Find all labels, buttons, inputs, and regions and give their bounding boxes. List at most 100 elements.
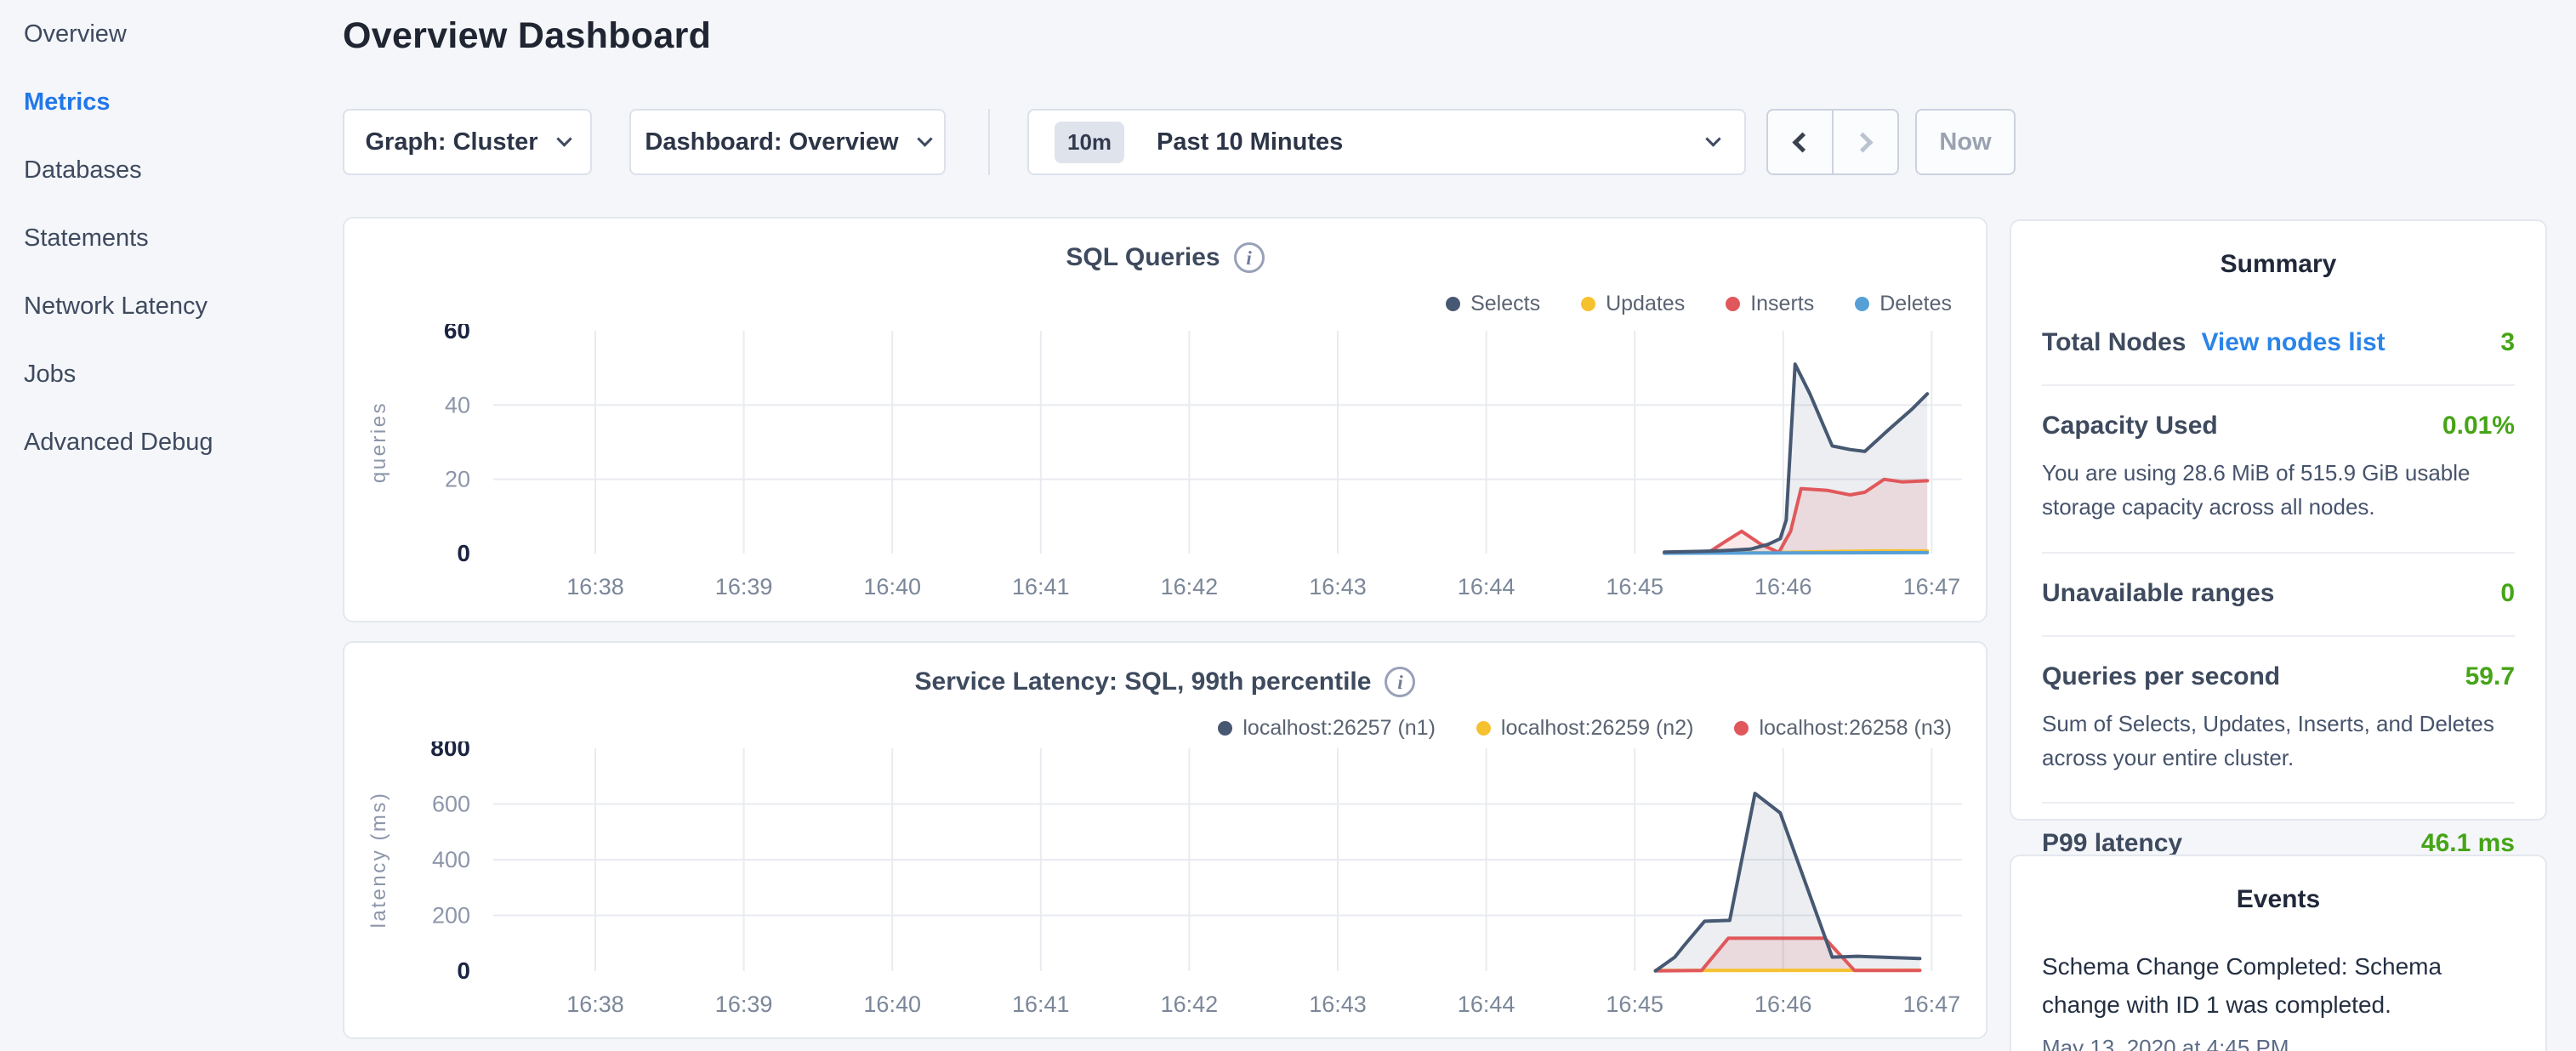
svg-text:16:41: 16:41 [1012, 574, 1070, 599]
summary-row-desc: Sum of Selects, Updates, Inserts, and De… [2042, 707, 2515, 775]
svg-text:0: 0 [457, 540, 470, 566]
legend-item[interactable]: localhost:26258 (n3) [1734, 716, 1952, 741]
time-range-badge: 10m [1055, 122, 1124, 163]
summary-row-value: 59.7 [2465, 662, 2515, 691]
svg-text:60: 60 [444, 324, 470, 344]
svg-text:400: 400 [432, 847, 470, 872]
svg-text:16:39: 16:39 [715, 991, 773, 1017]
events-title: Events [2011, 885, 2545, 914]
svg-text:600: 600 [432, 792, 470, 817]
svg-text:16:45: 16:45 [1606, 574, 1663, 599]
svg-text:16:38: 16:38 [566, 574, 624, 599]
controls-bar: Graph: Cluster Dashboard: Overview 10m P… [343, 109, 2027, 175]
summary-row-value: 3 [2500, 328, 2515, 357]
chevron-down-icon [917, 131, 932, 146]
sidebar-item-network-latency[interactable]: Network Latency [0, 272, 340, 340]
sidebar-item-overview[interactable]: Overview [0, 0, 340, 68]
svg-text:16:41: 16:41 [1012, 991, 1070, 1017]
sidebar-item-advanced-debug[interactable]: Advanced Debug [0, 408, 340, 476]
time-range-dropdown[interactable]: 10m Past 10 Minutes [1027, 109, 1746, 175]
legend-item[interactable]: localhost:26257 (n1) [1218, 716, 1436, 741]
chart-header: Service Latency: SQL, 99th percentile i [344, 667, 1986, 697]
page-title: Overview Dashboard [343, 15, 711, 57]
svg-text:16:42: 16:42 [1161, 991, 1219, 1017]
sql-queries-chart: 16:3816:3916:4016:4116:4216:4316:4416:45… [360, 324, 1976, 613]
legend-dot-icon [1218, 721, 1232, 736]
sidebar-item-databases[interactable]: Databases [0, 136, 340, 204]
svg-text:16:45: 16:45 [1606, 991, 1663, 1017]
dashboard-dropdown[interactable]: Dashboard: Overview [629, 109, 946, 175]
now-button[interactable]: Now [1915, 109, 2016, 175]
legend-item[interactable]: Updates [1581, 292, 1685, 316]
legend-item[interactable]: Deletes [1855, 292, 1952, 316]
chevron-right-icon [1852, 132, 1873, 152]
legend-label: Selects [1470, 292, 1540, 316]
legend-dot-icon [1446, 297, 1460, 311]
sql-queries-chart-panel: SQL Queries i Selects Updates Inserts Delete… [343, 217, 1987, 622]
sidebar-item-jobs[interactable]: Jobs [0, 340, 340, 408]
svg-text:16:46: 16:46 [1754, 574, 1812, 599]
summary-row-label: Capacity Used [2042, 412, 2218, 440]
info-icon[interactable]: i [1234, 242, 1265, 273]
legend-label: localhost:26258 (n3) [1759, 716, 1952, 741]
time-prev-button[interactable] [1768, 111, 1832, 173]
view-nodes-link[interactable]: View nodes list [2201, 328, 2385, 357]
svg-text:16:46: 16:46 [1754, 991, 1812, 1017]
legend-dot-icon [1476, 721, 1491, 736]
event-item[interactable]: Schema Change Completed: Schema change w… [2011, 914, 2545, 1051]
sidebar: OverviewMetricsDatabasesStatementsNetwor… [0, 0, 340, 1051]
sidebar-item-statements[interactable]: Statements [0, 204, 340, 272]
chevron-down-icon [556, 131, 571, 146]
summary-row: Unavailable ranges0 [2042, 552, 2515, 635]
service-latency-chart: 16:38 16:39 16:40 16:41 16:42 16:43 16:44 16:45… [360, 741, 1976, 1031]
legend-item[interactable]: localhost:26259 (n2) [1476, 716, 1694, 741]
time-step-group [1766, 109, 1899, 175]
summary-row-label: Total Nodes [2042, 328, 2186, 357]
divider [988, 109, 990, 175]
service-latency-chart-panel: Service Latency: SQL, 99th percentile i l… [343, 641, 1987, 1039]
event-timestamp: May 13, 2020 at 4:45 PM [2042, 1035, 2515, 1051]
svg-text:0: 0 [457, 957, 470, 984]
legend-label: Deletes [1879, 292, 1952, 316]
legend-item[interactable]: Selects [1446, 292, 1540, 316]
app-root: OverviewMetricsDatabasesStatementsNetwor… [0, 0, 2576, 1051]
dashboard-dropdown-label: Dashboard: Overview [645, 128, 898, 156]
summary-row-desc: You are using 28.6 MiB of 515.9 GiB usab… [2042, 456, 2515, 525]
summary-rows: Total Nodes View nodes list 3 Capacity Used… [2011, 279, 2545, 885]
svg-text:16:40: 16:40 [863, 991, 921, 1017]
svg-text:16:44: 16:44 [1458, 991, 1515, 1017]
chevron-left-icon [1792, 132, 1812, 152]
svg-text:16:43: 16:43 [1309, 991, 1367, 1017]
info-icon[interactable]: i [1385, 667, 1415, 697]
summary-title: Summary [2011, 250, 2545, 279]
chevron-down-icon [1705, 131, 1720, 146]
events-panel: Events Schema Change Completed: Schema c… [2010, 855, 2547, 1051]
legend-dot-icon [1726, 297, 1740, 311]
summary-row: Capacity Used 0.01% You are using 28.6 MiB… [2042, 384, 2515, 552]
chart-title: Service Latency: SQL, 99th percentile [915, 668, 1372, 696]
legend-label: Updates [1606, 292, 1685, 316]
legend-item[interactable]: Inserts [1726, 292, 1814, 316]
svg-text:800: 800 [430, 741, 470, 761]
sidebar-item-metrics[interactable]: Metrics [0, 68, 340, 136]
svg-text:latency (ms): latency (ms) [367, 792, 390, 929]
legend-dot-icon [1855, 297, 1869, 311]
svg-text:16:38: 16:38 [566, 991, 624, 1017]
chart-legend: localhost:26257 (n1) localhost:26259 (n2)… [1218, 716, 1952, 741]
chart-header: SQL Queries i [344, 242, 1986, 273]
legend-label: localhost:26257 (n1) [1243, 716, 1436, 741]
svg-text:200: 200 [432, 903, 470, 929]
chart-legend: Selects Updates Inserts Deletes [1446, 292, 1952, 316]
summary-row-value: 0.01% [2442, 412, 2515, 440]
summary-row-label: Unavailable ranges [2042, 579, 2274, 608]
graph-dropdown-label: Graph: Cluster [365, 128, 537, 156]
svg-text:16:47: 16:47 [1903, 991, 1961, 1017]
time-next-button[interactable] [1832, 111, 1897, 173]
time-range-label: Past 10 Minutes [1157, 128, 1708, 156]
event-text: Schema Change Completed: Schema change w… [2042, 948, 2515, 1025]
legend-label: localhost:26259 (n2) [1501, 716, 1694, 741]
chart-title: SQL Queries [1066, 243, 1220, 271]
svg-text:20: 20 [445, 467, 470, 492]
svg-text:16:47: 16:47 [1903, 574, 1961, 599]
graph-dropdown[interactable]: Graph: Cluster [343, 109, 592, 175]
